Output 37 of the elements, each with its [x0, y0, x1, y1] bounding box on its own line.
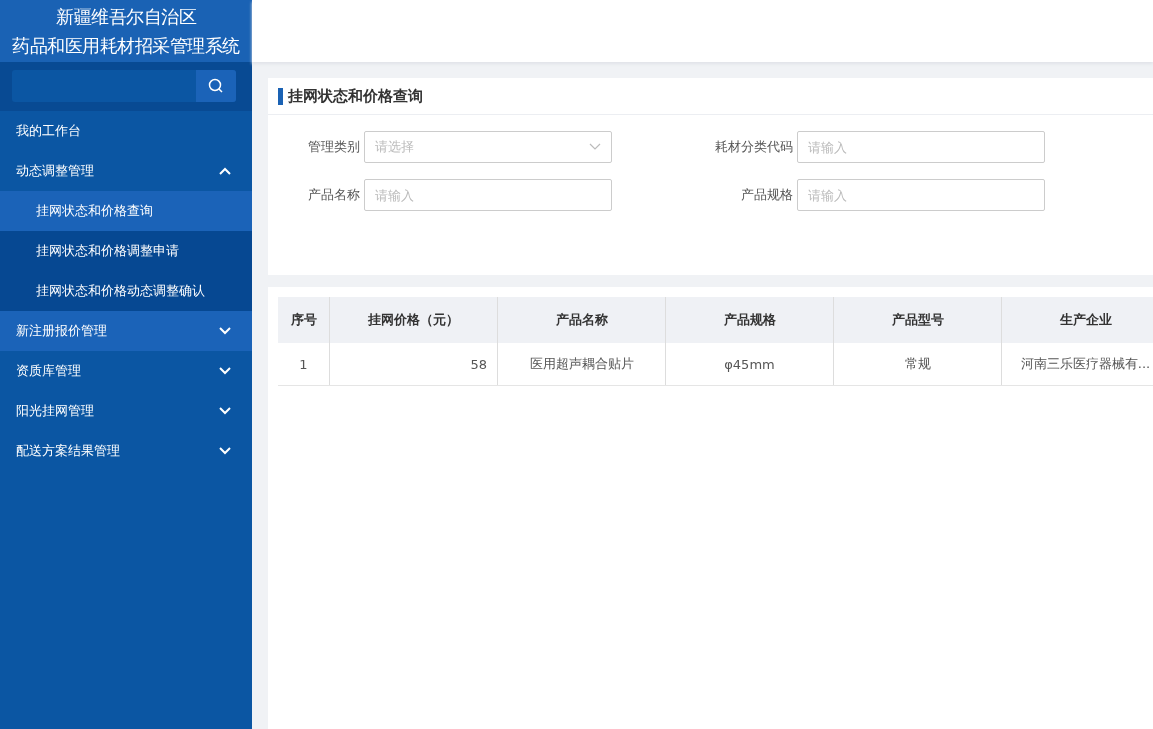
search-icon [208, 78, 224, 94]
sidebar-submenu-item[interactable]: 挂网状态和价格查询 [0, 191, 252, 231]
column-header: 生产企业 [1001, 297, 1153, 343]
filter-label: 产品名称 [308, 186, 360, 204]
title-accent-bar [278, 87, 283, 105]
sidebar-menu-item[interactable]: 阳光挂网管理 [0, 391, 252, 431]
system-title: 药品和医用耗材招采管理系统 [12, 34, 240, 58]
table-cell: φ45mm [665, 343, 834, 386]
column-header: 产品名称 [497, 297, 666, 343]
input-field[interactable]: 请输入 [797, 131, 1045, 163]
column-header: 序号 [278, 297, 330, 343]
page-title: 挂网状态和价格查询 [288, 86, 423, 106]
column-header: 产品型号 [833, 297, 1002, 343]
table-cell: 河南三乐医疗器械有... [1001, 343, 1153, 386]
table-cell: 58 [329, 343, 498, 386]
input-field[interactable]: 请输入 [364, 179, 612, 211]
sidebar-submenu-item[interactable]: 挂网状态和价格调整申请 [0, 231, 252, 271]
sidebar-menu-item[interactable]: 资质库管理 [0, 351, 252, 391]
table-cell: 常规 [833, 343, 1002, 386]
sidebar-menu-item[interactable]: 新注册报价管理 [0, 311, 252, 351]
column-header: 挂网价格（元） [329, 297, 498, 343]
system-title: 新疆维吾尔自治区 [56, 5, 196, 29]
chevron-down-icon [589, 143, 601, 151]
sidebar-menu-item[interactable]: 动态调整管理 [0, 151, 252, 191]
column-header: 产品规格 [665, 297, 834, 343]
table-cell: 医用超声耦合贴片 [497, 343, 666, 386]
search-button[interactable] [196, 70, 236, 102]
filter-label: 管理类别 [308, 138, 360, 156]
filter-label: 产品规格 [741, 186, 793, 204]
placeholder-text: 请选择 [375, 138, 414, 156]
table-cell: 1 [278, 343, 330, 386]
input-field[interactable]: 请输入 [797, 179, 1045, 211]
sidebar-submenu-item[interactable]: 挂网状态和价格动态调整确认 [0, 271, 252, 311]
sidebar-menu-item[interactable]: 配送方案结果管理 [0, 431, 252, 471]
filter-label: 耗材分类代码 [715, 138, 793, 156]
sidebar-menu-item[interactable]: 我的工作台 [0, 111, 252, 151]
menu-search-field[interactable] [12, 70, 236, 102]
